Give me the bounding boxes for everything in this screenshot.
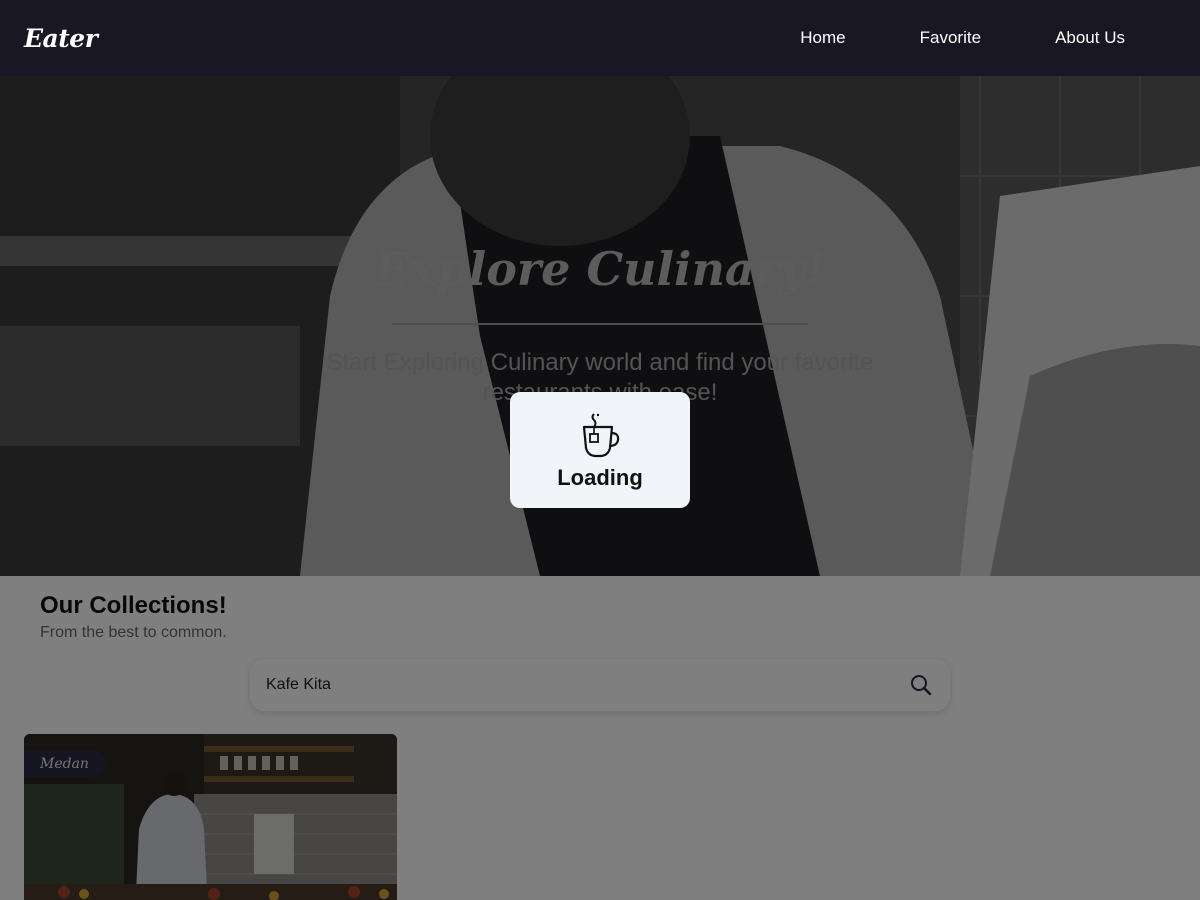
nav-link-about-us[interactable]: About Us (1018, 0, 1200, 76)
nav-menu: Home Favorite About Us (763, 0, 1200, 76)
loading-label: Loading (557, 465, 643, 490)
nav-link-favorite[interactable]: Favorite (883, 0, 1018, 76)
teacup-icon (582, 413, 620, 458)
nav-link-home[interactable]: Home (763, 0, 882, 76)
loading-modal: Loading (510, 392, 690, 508)
app-logo[interactable]: Eater (24, 24, 98, 53)
page: Eater Home Favorite About Us Kafe Kita L… (0, 0, 1200, 900)
navbar: Eater Home Favorite About Us (0, 0, 1200, 76)
